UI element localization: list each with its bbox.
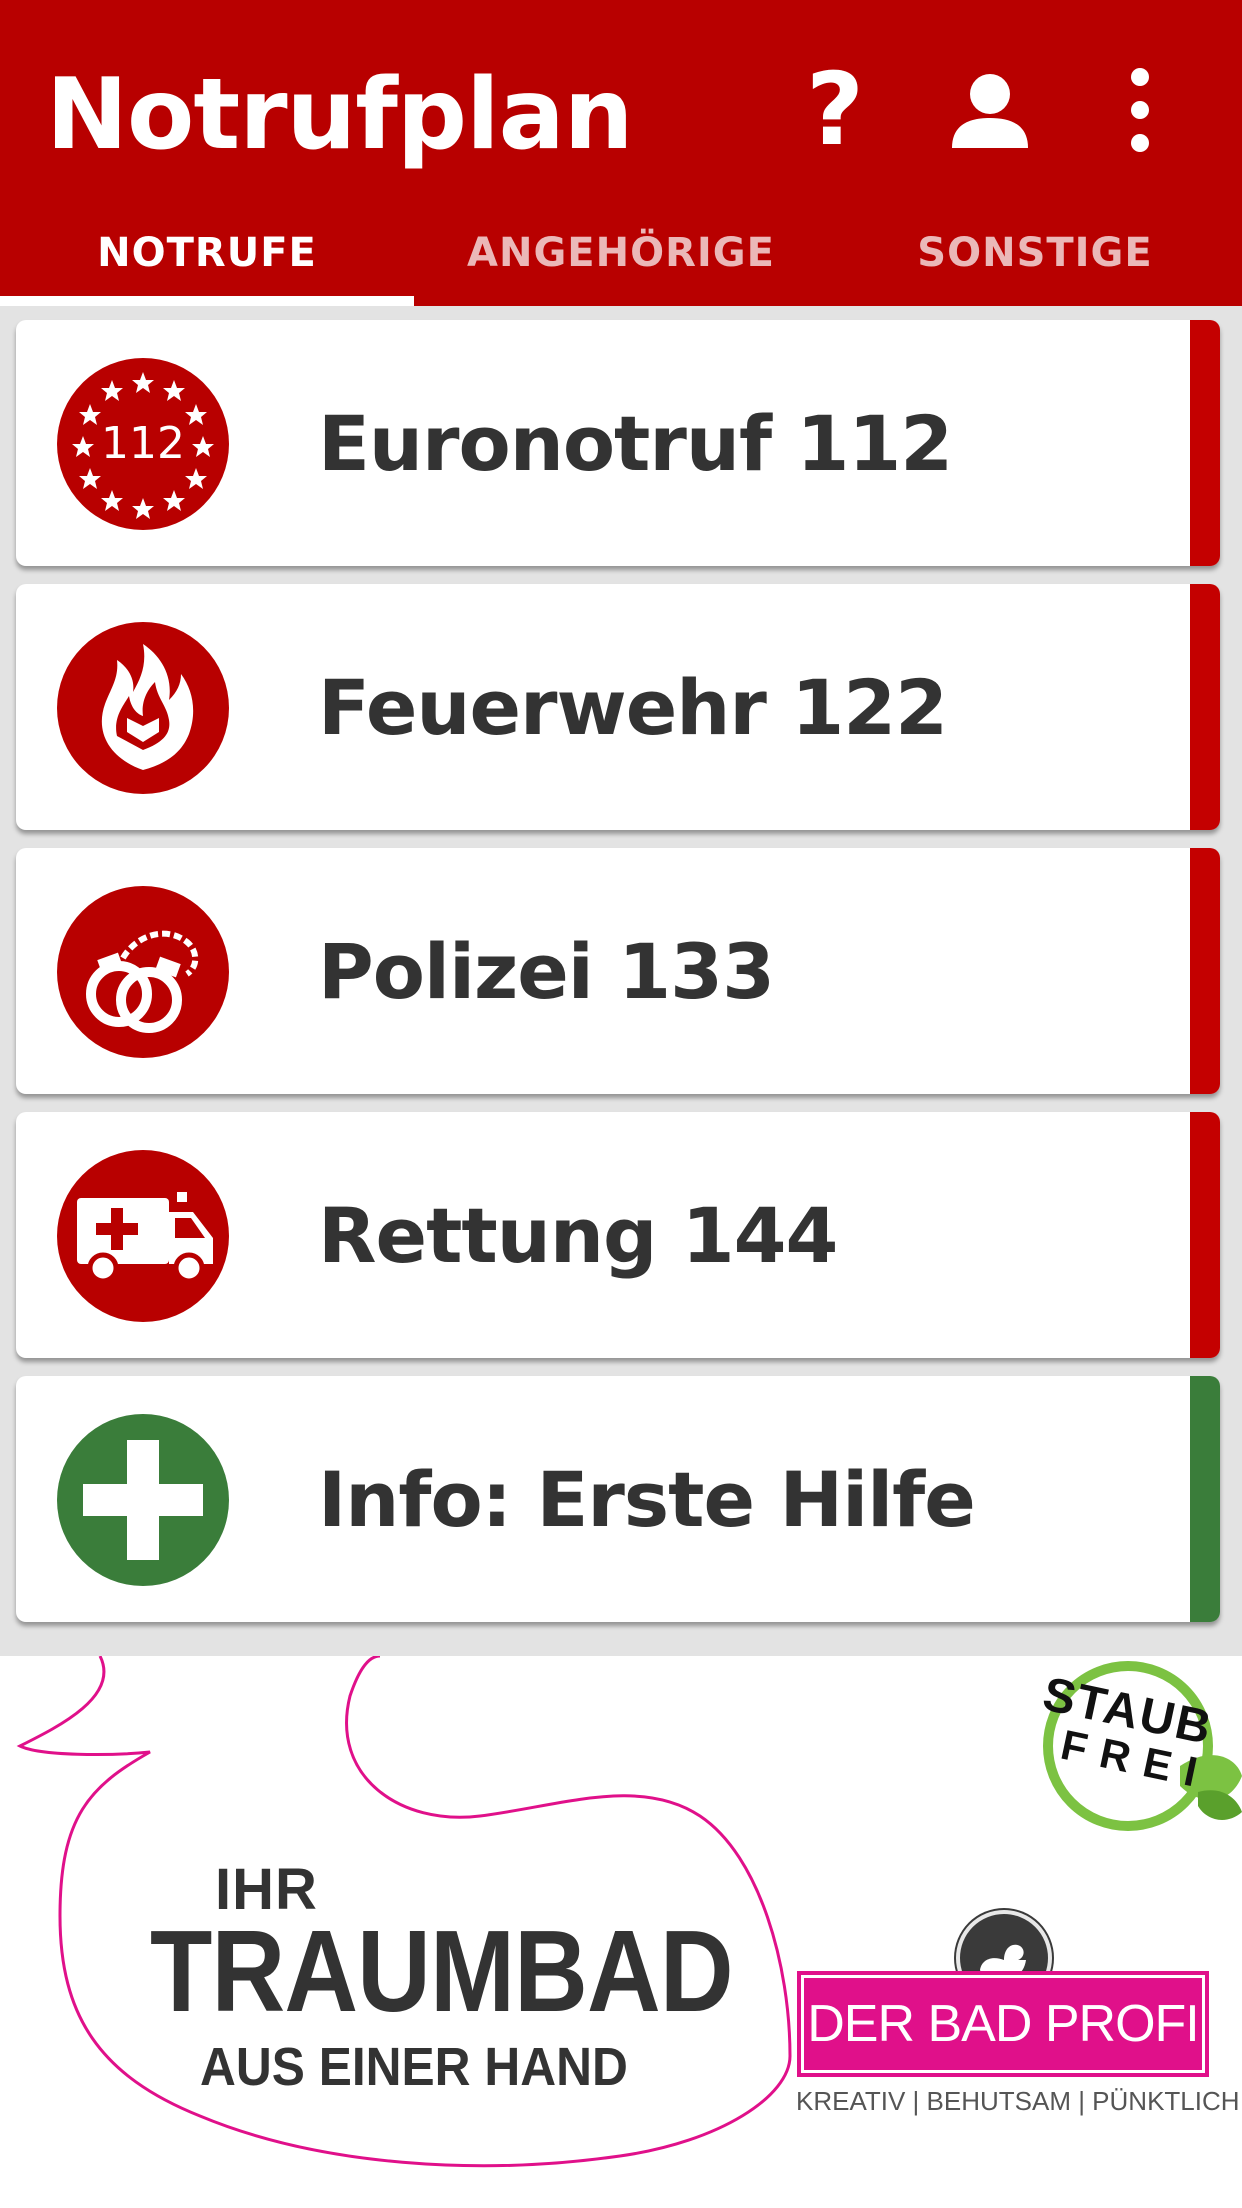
list-item-erste-hilfe[interactable]: Info: Erste Hilfe	[16, 1376, 1220, 1622]
emergency-list: 112 Euronotruf 112 Feuerwehr 122 Polizei…	[0, 306, 1242, 1656]
euro-emergency-112-icon: 112	[57, 358, 229, 530]
item-label: Rettung 144	[318, 1190, 838, 1280]
ad-line-traumbad: TRAUMBAD	[150, 1906, 734, 2036]
ad-line-aus-einer-hand: AUS EINER HAND	[200, 2037, 628, 2097]
more-vert-icon	[1131, 68, 1149, 152]
item-label: Euronotruf 112	[318, 398, 953, 488]
ambulance-icon	[57, 1150, 229, 1322]
list-item-rettung[interactable]: Rettung 144	[16, 1112, 1220, 1358]
accent-stripe	[1190, 848, 1220, 1094]
ad-banner[interactable]: IHR TRAUMBAD AUS EINER HAND STAUB FREI D…	[0, 1656, 1242, 2208]
tab-sonstige[interactable]: SONSTIGE	[828, 200, 1242, 306]
item-label: Feuerwehr 122	[318, 662, 948, 752]
account-icon	[952, 74, 1028, 148]
list-item-euronotruf[interactable]: 112 Euronotruf 112	[16, 320, 1220, 566]
brand-logo-box: DER BAD PROFI	[797, 1971, 1209, 2077]
brand-tagline: KREATIV | BEHUTSAM | PÜNKTLICH	[796, 2086, 1240, 2116]
tab-bar: NOTRUFE ANGEHÖRIGE SONSTIGE	[0, 200, 1242, 306]
accent-stripe	[1190, 1112, 1220, 1358]
fire-icon	[57, 622, 229, 794]
tab-notrufe[interactable]: NOTRUFE	[0, 200, 414, 306]
app-title: Notrufplan	[46, 58, 634, 172]
item-label: Polizei 133	[318, 926, 775, 1016]
staub-frei-badge: STAUB FREI	[1030, 1656, 1242, 1836]
handcuffs-icon	[57, 886, 229, 1058]
accent-stripe	[1190, 1376, 1220, 1622]
app-bar: Notrufplan ? NOTRUFE ANGEHÖRIGE SONSTIGE	[0, 0, 1242, 306]
overflow-menu-button[interactable]	[1085, 55, 1195, 165]
list-item-feuerwehr[interactable]: Feuerwehr 122	[16, 584, 1220, 830]
accent-stripe	[1190, 584, 1220, 830]
item-label: Info: Erste Hilfe	[318, 1454, 976, 1544]
accent-stripe	[1190, 320, 1220, 566]
account-button[interactable]	[935, 55, 1045, 165]
list-item-polizei[interactable]: Polizei 133	[16, 848, 1220, 1094]
icon-112-text: 112	[101, 418, 185, 469]
help-button[interactable]: ?	[780, 55, 890, 165]
brand-name: DER BAD PROFI	[807, 1995, 1199, 2053]
help-icon: ?	[805, 51, 864, 168]
first-aid-cross-icon	[57, 1414, 229, 1586]
tab-angehoerige[interactable]: ANGEHÖRIGE	[414, 200, 828, 306]
